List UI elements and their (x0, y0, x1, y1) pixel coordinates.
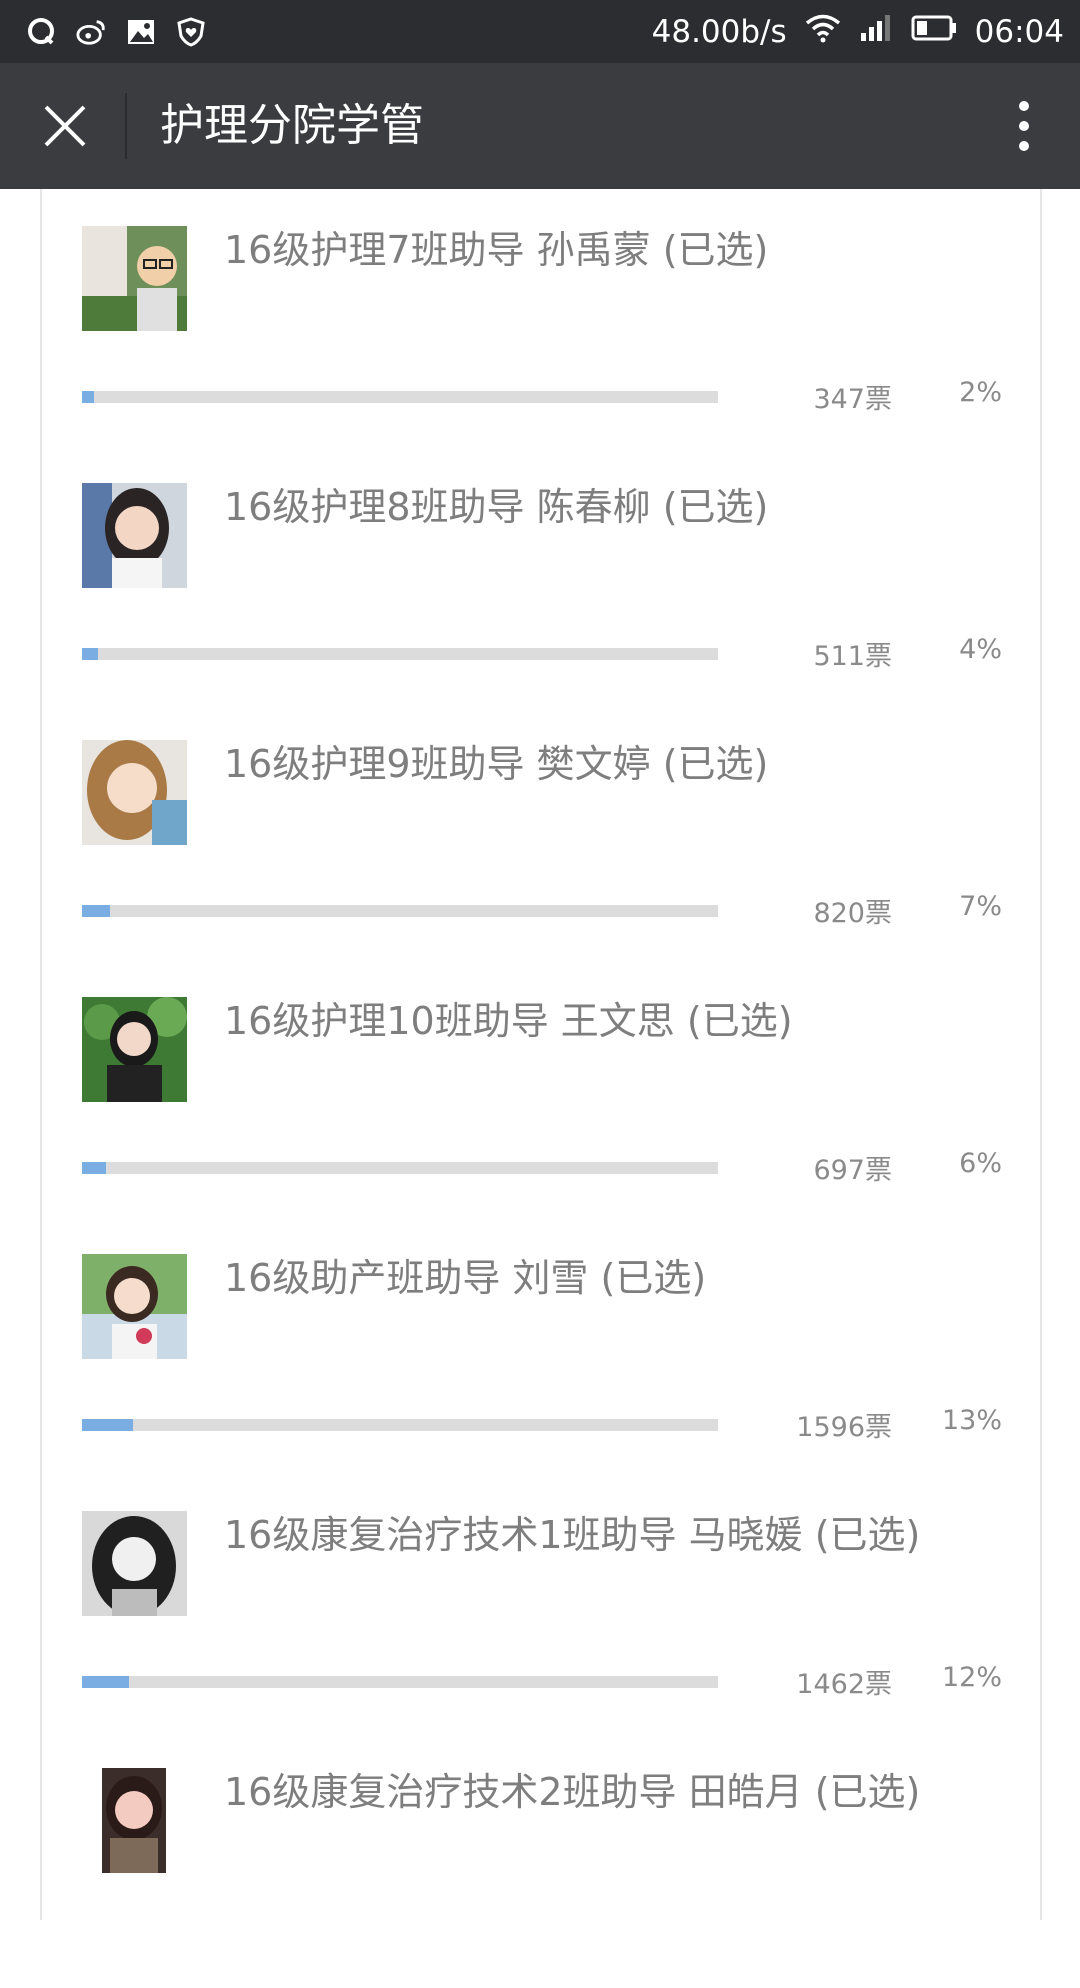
avatar (82, 1254, 187, 1359)
app-bar-divider (125, 93, 127, 159)
vote-results-list: 16级护理7班助导 孙禹蒙 (已选) 347票 2% 16级护理8班助导 陈春柳… (40, 189, 1042, 1920)
vote-progress-fill (82, 905, 110, 917)
avatar (102, 1768, 166, 1873)
vote-progress-bar (82, 391, 718, 403)
vote-count: 1596票 (796, 1412, 892, 1443)
vote-count: 511票 (813, 641, 892, 672)
vote-progress-fill (82, 648, 98, 660)
vote-count: 820票 (813, 898, 892, 929)
avatar (82, 226, 187, 331)
list-item[interactable]: 16级助产班助导 刘雪 (已选) 1596票 13% (42, 1217, 1040, 1474)
candidate-name: 16级护理9班助导 樊文婷 (已选) (224, 742, 769, 786)
candidate-name: 16级护理8班助导 陈春柳 (已选) (224, 485, 769, 529)
system-status: 48.00b/s 06:04 (652, 0, 1064, 63)
wifi-icon (805, 13, 841, 51)
list-item[interactable]: 16级护理7班助导 孙禹蒙 (已选) 347票 2% (42, 189, 1040, 446)
vote-progress-fill (82, 1419, 133, 1431)
avatar (82, 483, 187, 588)
vote-count: 1462票 (796, 1669, 892, 1700)
qq-icon (26, 17, 56, 47)
vote-progress-bar (82, 648, 718, 660)
list-item[interactable]: 16级护理8班助导 陈春柳 (已选) 511票 4% (42, 446, 1040, 703)
net-speed: 48.00b/s (651, 13, 787, 50)
list-item[interactable]: 16级康复治疗技术1班助导 马晓媛 (已选) 1462票 12% (42, 1474, 1040, 1731)
notification-icons (26, 12, 206, 52)
candidate-name: 16级康复治疗技术2班助导 田皓月 (已选) (224, 1770, 921, 1814)
vote-percent: 6% (959, 1148, 1002, 1179)
vote-percent: 13% (941, 1405, 1002, 1436)
vote-progress-bar (82, 1162, 718, 1174)
vote-percent: 2% (959, 377, 1002, 408)
candidate-name: 16级护理7班助导 孙禹蒙 (已选) (224, 228, 769, 272)
vote-progress-bar (82, 1676, 718, 1688)
vote-percent: 7% (959, 891, 1002, 922)
close-icon (44, 105, 86, 147)
candidate-name: 16级护理10班助导 王文思 (已选) (224, 999, 793, 1043)
list-item[interactable]: 16级康复治疗技术2班助导 田皓月 (已选) (42, 1731, 1040, 1988)
list-item[interactable]: 16级护理9班助导 樊文婷 (已选) 820票 7% (42, 703, 1040, 960)
page-title: 护理分院学管 (160, 100, 424, 151)
vote-count: 697票 (813, 1155, 892, 1186)
vote-percent: 4% (959, 634, 1002, 665)
vote-progress-bar (82, 1419, 718, 1431)
avatar (82, 1511, 187, 1616)
clock: 06:04 (974, 13, 1064, 50)
status-bar: 48.00b/s 06:04 (0, 0, 1080, 63)
vote-percent: 12% (941, 1662, 1002, 1693)
vote-progress-fill (82, 391, 94, 403)
avatar (82, 997, 187, 1102)
candidate-name: 16级康复治疗技术1班助导 马晓媛 (已选) (224, 1513, 921, 1557)
vote-progress-fill (82, 1162, 106, 1174)
vote-progress-bar (82, 905, 718, 917)
candidate-name: 16级助产班助导 刘雪 (已选) (224, 1256, 707, 1300)
avatar (82, 740, 187, 845)
app-bar: 护理分院学管 (0, 63, 1080, 189)
vote-progress-fill (82, 1676, 129, 1688)
battery-icon (911, 13, 957, 51)
more-button[interactable] (994, 91, 1054, 161)
more-vertical-icon (1019, 101, 1029, 151)
signal-icon (859, 13, 893, 51)
close-button[interactable] (30, 91, 100, 161)
vote-count: 347票 (813, 384, 892, 415)
image-icon (126, 17, 156, 47)
weibo-icon (76, 17, 106, 47)
shield-heart-icon (176, 17, 206, 47)
list-item[interactable]: 16级护理10班助导 王文思 (已选) 697票 6% (42, 960, 1040, 1217)
